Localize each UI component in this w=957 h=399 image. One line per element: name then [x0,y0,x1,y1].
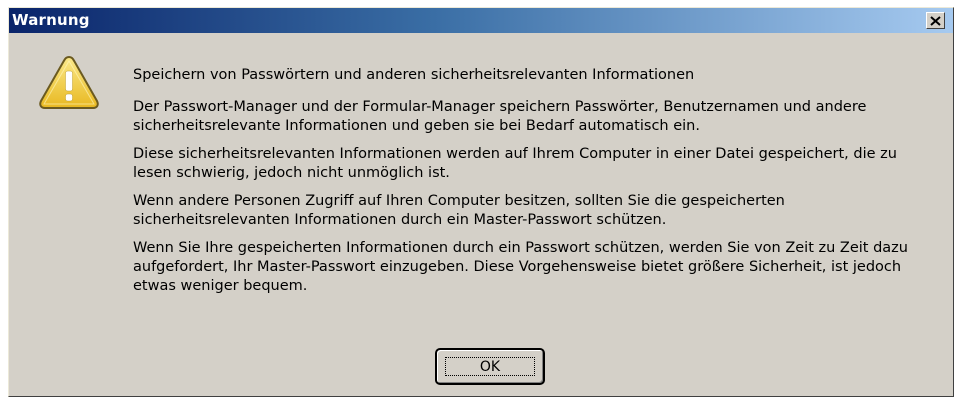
close-button[interactable] [926,12,945,29]
ok-button[interactable]: OK [435,348,545,385]
title-bar[interactable]: Warnung [9,8,953,33]
message-paragraph: Diese sicherheitsrelevanten Informatione… [133,146,897,181]
warning-dialog: Warnung Speichern von Passwörtern und an… [8,7,954,397]
warning-icon [39,55,99,109]
focus-rectangle [445,357,535,376]
message-paragraph: Wenn andere Personen Zugriff auf Ihren C… [133,193,785,228]
message-area: Speichern von Passwörtern und anderen si… [133,66,923,305]
message-paragraph: Der Passwort-Manager und der Formular-Ma… [133,99,867,134]
close-icon [930,15,941,26]
message-paragraph: Wenn Sie Ihre gespeicherten Informatione… [133,240,908,294]
message-heading: Speichern von Passwörtern und anderen si… [133,67,695,83]
window-title: Warnung [12,11,90,29]
